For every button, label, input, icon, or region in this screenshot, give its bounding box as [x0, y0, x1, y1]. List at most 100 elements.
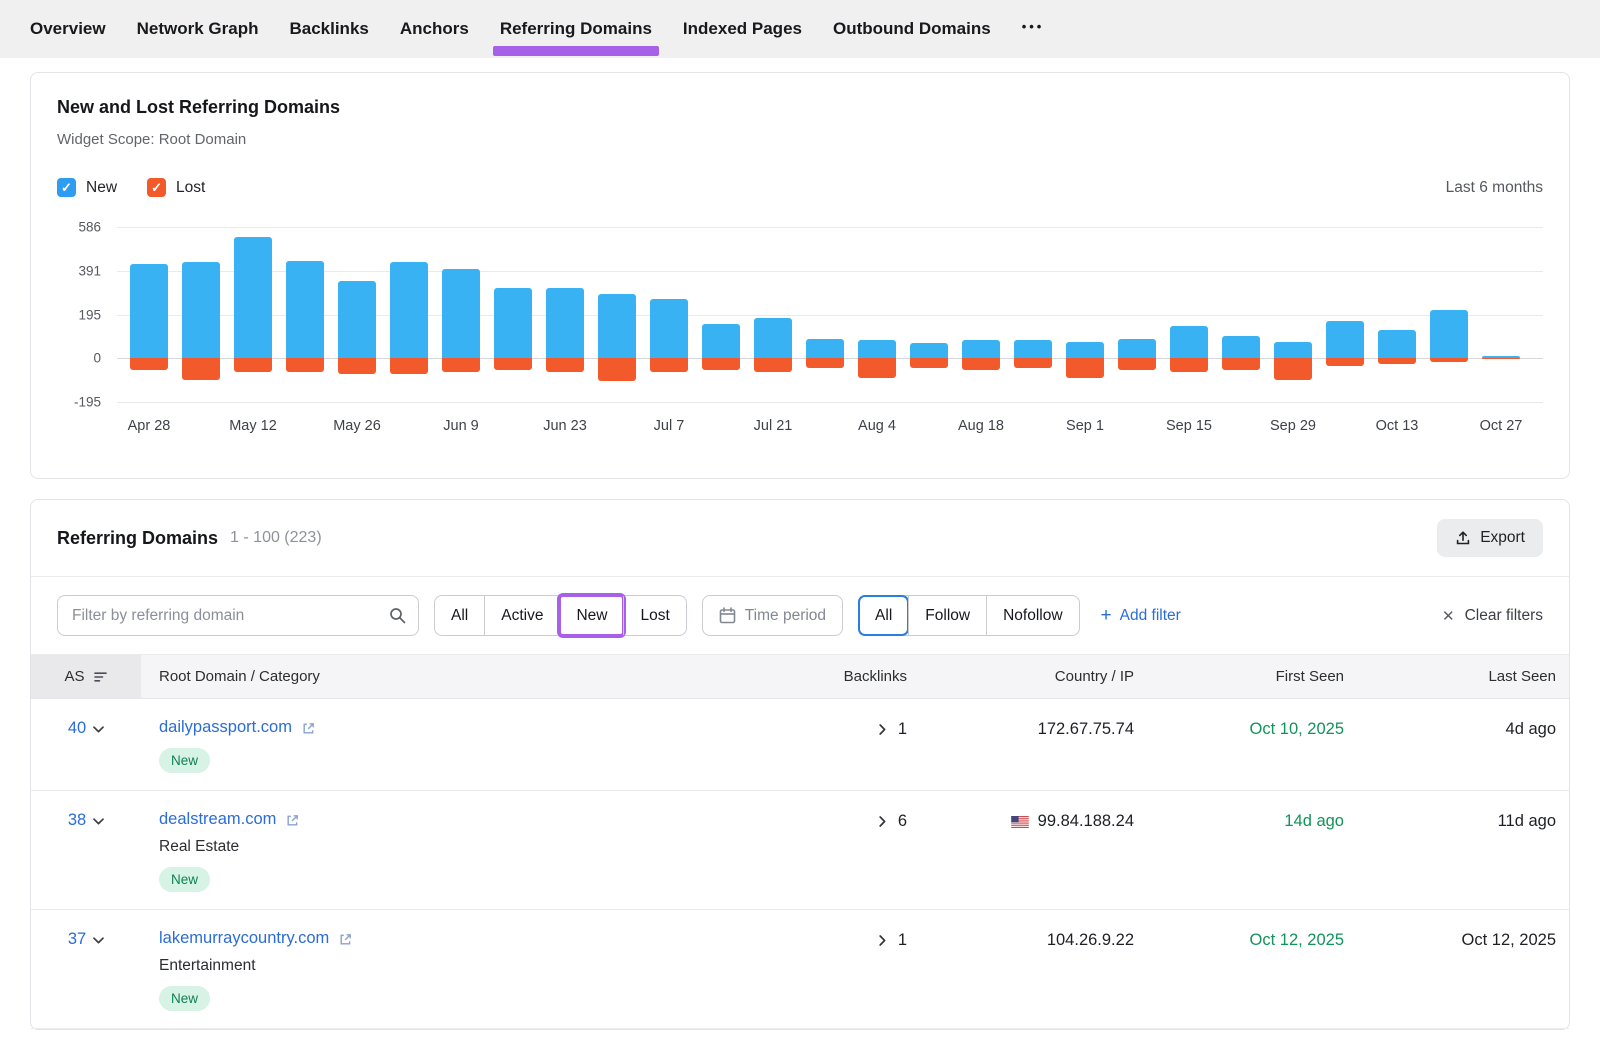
- bar-group[interactable]: Aug 18: [962, 227, 1000, 402]
- bar-group[interactable]: [1014, 227, 1052, 402]
- external-link-icon[interactable]: [338, 932, 353, 947]
- lost-bar[interactable]: [546, 358, 584, 372]
- clear-filters-button[interactable]: ✕ Clear filters: [1442, 607, 1543, 625]
- new-bar[interactable]: [806, 339, 844, 358]
- lost-bar[interactable]: [1066, 358, 1104, 378]
- lost-bar[interactable]: [1274, 358, 1312, 379]
- lost-bar[interactable]: [1170, 358, 1208, 371]
- lost-bar[interactable]: [390, 358, 428, 374]
- new-bar[interactable]: [286, 261, 324, 358]
- new-bar[interactable]: [1014, 340, 1052, 358]
- status-option-new[interactable]: New: [559, 596, 623, 635]
- lost-bar[interactable]: [1482, 358, 1520, 359]
- follow-option-all[interactable]: All: [859, 596, 908, 635]
- tab-outbound-domains[interactable]: Outbound Domains: [833, 0, 991, 58]
- new-bar[interactable]: [1378, 330, 1416, 358]
- domain-filter-input[interactable]: [72, 607, 389, 625]
- lost-bar[interactable]: [182, 358, 220, 379]
- follow-option-follow[interactable]: Follow: [908, 596, 986, 635]
- bar-group[interactable]: Jul 21: [754, 227, 792, 402]
- bar-group[interactable]: [494, 227, 532, 402]
- new-bar[interactable]: [390, 262, 428, 358]
- lost-bar[interactable]: [338, 358, 376, 374]
- lost-bar[interactable]: [702, 358, 740, 370]
- domain-link[interactable]: dealstream.com: [159, 810, 276, 829]
- new-bar[interactable]: [962, 340, 1000, 358]
- tab-overview[interactable]: Overview: [30, 0, 106, 58]
- follow-option-nofollow[interactable]: Nofollow: [986, 596, 1078, 635]
- lost-bar[interactable]: [494, 358, 532, 370]
- new-bar[interactable]: [182, 262, 220, 358]
- lost-bar[interactable]: [286, 358, 324, 372]
- new-checkbox[interactable]: ✓: [57, 178, 76, 197]
- search-icon[interactable]: [389, 607, 406, 624]
- chevron-right-icon[interactable]: [879, 935, 886, 946]
- bar-group[interactable]: [806, 227, 844, 402]
- new-bar[interactable]: [1170, 326, 1208, 358]
- time-period-button[interactable]: Time period: [702, 595, 843, 636]
- legend-item-new[interactable]: ✓ New: [57, 178, 117, 197]
- lost-bar[interactable]: [442, 358, 480, 372]
- add-filter-button[interactable]: + Add filter: [1101, 606, 1181, 625]
- lost-bar[interactable]: [1430, 358, 1468, 362]
- lost-bar[interactable]: [806, 358, 844, 368]
- bar-group[interactable]: [1118, 227, 1156, 402]
- more-tabs-button[interactable]: •••: [1022, 0, 1045, 58]
- lost-bar[interactable]: [598, 358, 636, 380]
- new-bar[interactable]: [1222, 336, 1260, 358]
- column-header-as[interactable]: AS: [31, 655, 141, 698]
- bar-group[interactable]: Aug 4: [858, 227, 896, 402]
- bar-group[interactable]: Oct 27: [1482, 227, 1520, 402]
- tab-backlinks[interactable]: Backlinks: [289, 0, 368, 58]
- lost-bar[interactable]: [962, 358, 1000, 369]
- as-cell[interactable]: 37: [31, 929, 141, 949]
- bar-group[interactable]: [1222, 227, 1260, 402]
- chevron-right-icon[interactable]: [879, 724, 886, 735]
- new-bar[interactable]: [494, 288, 532, 359]
- bar-group[interactable]: Sep 1: [1066, 227, 1104, 402]
- new-bar[interactable]: [702, 324, 740, 359]
- as-cell[interactable]: 40: [31, 718, 141, 738]
- lost-bar[interactable]: [1118, 358, 1156, 370]
- lost-bar[interactable]: [650, 358, 688, 372]
- tab-network-graph[interactable]: Network Graph: [137, 0, 259, 58]
- tab-anchors[interactable]: Anchors: [400, 0, 469, 58]
- lost-bar[interactable]: [1014, 358, 1052, 368]
- as-cell[interactable]: 38: [31, 810, 141, 830]
- external-link-icon[interactable]: [301, 721, 316, 736]
- bar-group[interactable]: [1430, 227, 1468, 402]
- new-bar[interactable]: [1066, 342, 1104, 358]
- lost-bar[interactable]: [234, 358, 272, 371]
- new-bar[interactable]: [754, 318, 792, 358]
- lost-bar[interactable]: [1378, 358, 1416, 364]
- new-bar[interactable]: [130, 264, 168, 358]
- bar-group[interactable]: [390, 227, 428, 402]
- bar-group[interactable]: [702, 227, 740, 402]
- lost-checkbox[interactable]: ✓: [147, 178, 166, 197]
- new-bar[interactable]: [338, 281, 376, 358]
- bar-group[interactable]: Oct 13: [1378, 227, 1416, 402]
- lost-bar[interactable]: [1222, 358, 1260, 369]
- new-bar[interactable]: [1274, 342, 1312, 358]
- domain-link[interactable]: lakemurraycountry.com: [159, 929, 329, 948]
- bar-group[interactable]: May 12: [234, 227, 272, 402]
- bar-group[interactable]: [1326, 227, 1364, 402]
- new-bar[interactable]: [234, 237, 272, 358]
- new-bar[interactable]: [442, 269, 480, 359]
- bar-group[interactable]: Jul 7: [650, 227, 688, 402]
- new-bar[interactable]: [598, 294, 636, 358]
- bar-group[interactable]: [910, 227, 948, 402]
- new-bar[interactable]: [546, 288, 584, 359]
- bar-group[interactable]: Sep 29: [1274, 227, 1312, 402]
- lost-bar[interactable]: [1326, 358, 1364, 366]
- new-bar[interactable]: [1118, 339, 1156, 358]
- lost-bar[interactable]: [910, 358, 948, 368]
- lost-bar[interactable]: [858, 358, 896, 378]
- lost-bar[interactable]: [754, 358, 792, 372]
- new-bar[interactable]: [1326, 321, 1364, 359]
- chevron-right-icon[interactable]: [879, 816, 886, 827]
- bar-group[interactable]: [182, 227, 220, 402]
- new-bar[interactable]: [910, 343, 948, 359]
- domain-link[interactable]: dailypassport.com: [159, 718, 292, 737]
- bar-group[interactable]: Apr 28: [130, 227, 168, 402]
